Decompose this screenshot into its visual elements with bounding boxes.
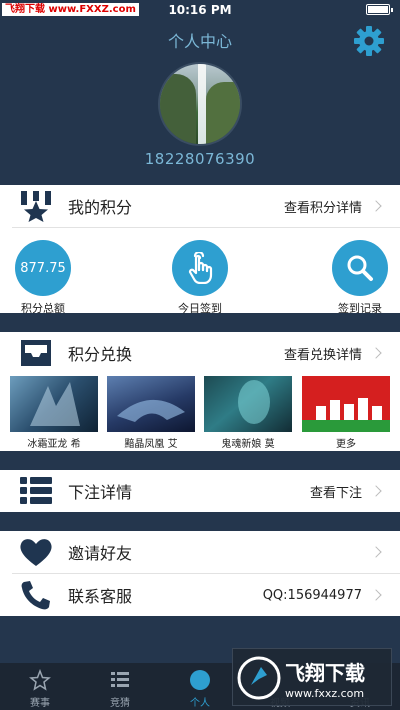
invite-label: 邀请好友 [68,544,133,563]
tab-events[interactable]: 赛事 [0,663,80,710]
status-time: 10:16 PM [168,3,232,17]
exchange-more-label: 更多 [336,439,356,450]
chevron-right-icon [370,347,382,359]
phone-number: 18228076390 [144,150,256,168]
list-icon [18,475,54,507]
exchange-gallery: 冰霜亚龙 希 黯晶凤凰 艾 鬼魂新娘 莫 更多 [0,374,400,450]
profile-dot-icon [189,669,211,691]
magnifier-icon [332,240,388,296]
chevron-right-icon [370,485,382,497]
service-qq[interactable]: QQ:156944977 [263,588,362,603]
bets-label: 下注详情 [68,483,133,502]
tab-profile[interactable]: 个人 [160,663,240,710]
bets-card: 下注详情 查看下注 [0,470,400,512]
exchange-item-label: 冰霜亚龙 希 [27,439,81,450]
chevron-right-icon [370,546,382,558]
service-label: 联系客服 [68,587,133,606]
points-total-label: 积分总额 [21,302,65,315]
invite-row[interactable]: 邀请好友 [0,531,400,573]
tab-guess[interactable]: 竞猜 [80,663,160,710]
view-bets-link[interactable]: 查看下注 [310,482,362,501]
battery-icon [366,4,393,15]
exchange-item-label: 鬼魂新娘 莫 [221,439,275,450]
watermark-logo: 飞翔下载 www.fxxz.com [232,648,392,706]
service-row[interactable]: 联系客服 QQ:156944977 [0,574,400,616]
profile-header: 个人中心 18228076390 [0,20,400,185]
heart-icon [18,536,54,568]
tap-finger-icon [172,240,228,296]
view-points-detail-link[interactable]: 查看积分详情 [284,197,362,216]
my-points-row[interactable]: 我的积分 查看积分详情 [0,185,400,227]
tab-profile-label: 个人 [190,698,210,709]
points-total-circle: 877.75 [15,240,71,296]
exchange-row[interactable]: 积分兑换 查看兑换详情 [0,332,400,374]
points-total-value: 877.75 [20,260,66,276]
bets-row[interactable]: 下注详情 查看下注 [0,470,400,512]
checkin-records-label: 签到记录 [338,302,382,315]
phone-icon [18,579,54,611]
inbox-tray-icon [18,337,54,369]
tab-guess-label: 竞猜 [110,698,130,709]
checkin-button[interactable]: 今日签到 [160,240,240,316]
exchange-item-image[interactable] [107,376,195,432]
star-badge-icon [18,190,54,222]
svg-text:飞翔下载: 飞翔下载 [285,661,365,685]
checkin-label: 今日签到 [178,302,222,315]
points-actions: 877.75 积分总额 今日签到 签到记录 [0,228,400,318]
chevron-right-icon [370,589,382,601]
exchange-more-image[interactable] [302,376,390,432]
svg-text:www.fxxz.com: www.fxxz.com [285,687,364,700]
my-points-label: 我的积分 [68,198,133,217]
page-title: 个人中心 [167,32,232,51]
status-bar: 飞翔下载 www.FXXZ.com 10:16 PM [0,0,400,20]
social-card: 邀请好友 联系客服 QQ:156944977 [0,531,400,616]
exchange-card: 积分兑换 查看兑换详情 冰霜亚龙 希 黯晶凤凰 艾 鬼魂新娘 莫 更多 [0,332,400,451]
view-exchange-detail-link[interactable]: 查看兑换详情 [284,344,362,363]
exchange-item-image[interactable] [10,376,98,432]
exchange-item-image[interactable] [204,376,292,432]
list-icon [109,669,131,691]
avatar[interactable] [158,62,242,146]
checkin-records-button[interactable]: 签到记录 [320,240,400,316]
chevron-right-icon [370,200,382,212]
gear-icon[interactable] [352,24,386,58]
points-total: 877.75 积分总额 [3,240,83,316]
exchange-item-label: 黯晶凤凰 艾 [124,439,178,450]
points-card: 我的积分 查看积分详情 877.75 积分总额 今日签到 签到记录 [0,185,400,315]
star-outline-icon [29,668,51,691]
tab-events-label: 赛事 [30,698,50,709]
exchange-label: 积分兑换 [68,345,133,364]
